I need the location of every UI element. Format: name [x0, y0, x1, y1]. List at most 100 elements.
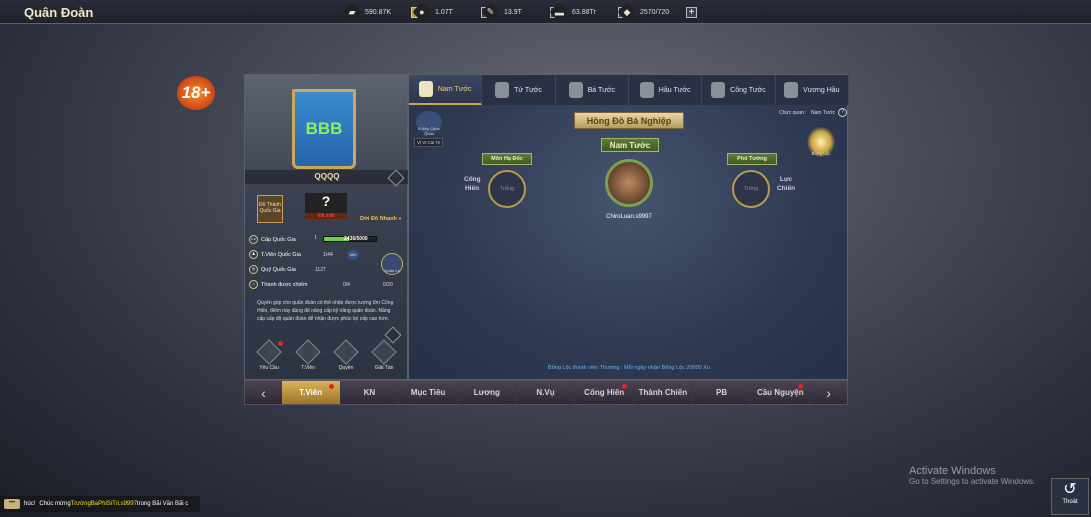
watermark-line2: Go to Settings to activate Windows. [909, 477, 1036, 486]
guild-description: Quyên góp cho quân đoàn có thể nhận được… [257, 300, 394, 322]
rank-tab[interactable]: Vương Hầu [776, 75, 849, 105]
rank-icon [418, 81, 433, 97]
level-progress-text: 2436/5000 [344, 236, 368, 242]
right-title: Phó Tướng [727, 153, 777, 165]
tab-label: N.Vụ [536, 388, 555, 397]
rank-icon [639, 82, 654, 98]
guild-name: QQQQ [245, 170, 409, 184]
cities-large: 0/20 [383, 282, 393, 288]
tab-label: T.Viên [299, 388, 323, 397]
wood-icon: ▬ [549, 2, 569, 22]
chat-player[interactable]: TrườngBaPhiSiTri.s9997 [71, 501, 137, 507]
disband-button[interactable]: Giải Tán [364, 339, 404, 371]
exit-button[interactable]: ↺ Thoát [1051, 478, 1089, 515]
tab[interactable]: Lương [458, 381, 517, 404]
manage-button[interactable]: Quản Lý [381, 253, 403, 275]
currency-4: ◆ 2570/720 + [617, 2, 697, 22]
tabs-prev-arrow[interactable]: ‹ [245, 385, 282, 401]
label: T.Viên [301, 365, 315, 371]
row-treasury: ◎ Quỹ Quốc Gia [249, 265, 296, 274]
section-heading: Hồng Đồ Bá Nghiệp [574, 112, 684, 129]
treasury-value: 1127 [315, 267, 326, 273]
guild-info-panel: BBB QQQQ Đô Thành Quốc Gia ? Đã mất Dời Đ… [244, 74, 409, 380]
ranking-button[interactable]: B.Xếp Chức Quan [416, 111, 442, 136]
tab[interactable]: Mục Tiêu [399, 381, 458, 404]
label: Thành được chiếm [261, 281, 308, 288]
wheat-icon: ✎ [481, 2, 501, 22]
center-title: Nam Tước [601, 138, 659, 152]
left-slot[interactable]: Trống [488, 170, 526, 208]
capital-status: ? Đã mất [305, 193, 347, 225]
currency-value: 13.9T [504, 8, 522, 16]
member-count: 1/44 [323, 252, 333, 258]
windows-watermark: Activate Windows Go to Settings to activa… [909, 465, 1035, 486]
meat-icon: ◆ [617, 2, 637, 22]
tab[interactable]: Cống Hiến [575, 381, 635, 404]
rank-label: Nam Tước [437, 85, 472, 93]
tab[interactable]: KN [341, 381, 400, 404]
left-side-label: Cống Hiến [464, 176, 481, 192]
right-slot[interactable]: Trống [732, 170, 770, 208]
chat-text: trong Bãi Văn Bãi c [136, 501, 189, 507]
chat-prefix: húc! [24, 501, 36, 507]
age-rating-badge: 18+ [177, 76, 215, 110]
leader-avatar[interactable] [605, 159, 653, 207]
edit-description-button[interactable] [384, 326, 402, 344]
salary-info: Bổng Lộc thành viên Thường : Mỗi ngày nh… [548, 365, 710, 371]
currency-0: ▰590.87K+ [342, 2, 422, 22]
tab[interactable]: Cầu Nguyện [751, 381, 811, 404]
tab[interactable]: PB [693, 381, 752, 404]
label: Quỹ Quốc Gia [261, 266, 296, 273]
tab-label: PB [716, 388, 728, 397]
city-icon: ⌂ [249, 280, 258, 289]
tab-label: Thành Chiến [638, 388, 688, 397]
member-icon [295, 339, 321, 365]
gold-ingot-icon: ▰ [342, 2, 362, 22]
rank-tab[interactable]: Công Tước [702, 75, 776, 105]
invite-button[interactable]: Mời [347, 250, 359, 260]
rank-label: Hầu Tước [658, 86, 691, 94]
label: Giải Tán [374, 365, 394, 371]
label: Yêu Cầu [259, 365, 279, 371]
rank-icon [784, 82, 799, 98]
help-icon[interactable]: ? [838, 108, 847, 117]
rank-icon [495, 82, 510, 98]
cities-small: 0/4 [343, 282, 350, 288]
level-progress-bar: 2436/5000 [323, 236, 377, 242]
tab[interactable]: Thành Chiến [634, 381, 693, 404]
treasury-icon: ◎ [249, 265, 258, 274]
rank-tab[interactable]: Bá Tước [556, 75, 629, 105]
rank-icon [711, 82, 726, 98]
requests-button[interactable]: Yêu Cầu [249, 339, 289, 371]
rank-tabs: Nam Tước Tử Tước Bá Tước Hầu Tước Công Tước V… [409, 75, 849, 105]
rank-label: Vương Hầu [803, 86, 840, 94]
currency-value: 63.88Tr [572, 8, 596, 16]
silver-coin-icon: ● [412, 2, 432, 22]
members-button[interactable]: T.Viên [288, 339, 328, 371]
rank-label: Tử Tước [514, 86, 542, 94]
lost-label: Đã mất [305, 213, 347, 219]
permissions-button[interactable]: Quyền [326, 339, 366, 371]
member-icon: ♟ [249, 250, 258, 259]
rank-tab[interactable]: Nam Tước [409, 75, 483, 105]
notification-dot [328, 384, 334, 389]
quick-move-button[interactable]: Dời Đô Nhanh » [360, 216, 402, 222]
tabs-next-arrow[interactable]: › [810, 385, 847, 401]
tab-label: Mục Tiêu [410, 388, 446, 397]
ranks-panel: Nam Tước Tử Tước Bá Tước Hầu Tước Công Tước V… [408, 74, 849, 380]
label: T.Viên Quốc Gia [261, 251, 301, 258]
rank-tab[interactable]: Hầu Tước [629, 75, 703, 105]
position-button[interactable]: Vị Vi Cai Trị [414, 138, 444, 147]
exit-label: Thoát [1062, 499, 1078, 505]
tab[interactable]: T.Viên [281, 381, 341, 404]
label: Cấp Quốc Gia [261, 236, 296, 243]
add-currency-button[interactable]: + [686, 6, 697, 18]
level-number: I [315, 235, 317, 241]
office-value: Nam Tước [811, 110, 836, 116]
chat-icon[interactable]: ••• [4, 499, 20, 509]
rank-tab[interactable]: Tử Tước [482, 75, 556, 105]
label: Quyền [338, 365, 354, 371]
salary-button[interactable]: Bổng Lộc [807, 127, 835, 157]
currency-1: ●1.07T+ [412, 2, 492, 22]
tab[interactable]: N.Vụ [517, 381, 576, 404]
